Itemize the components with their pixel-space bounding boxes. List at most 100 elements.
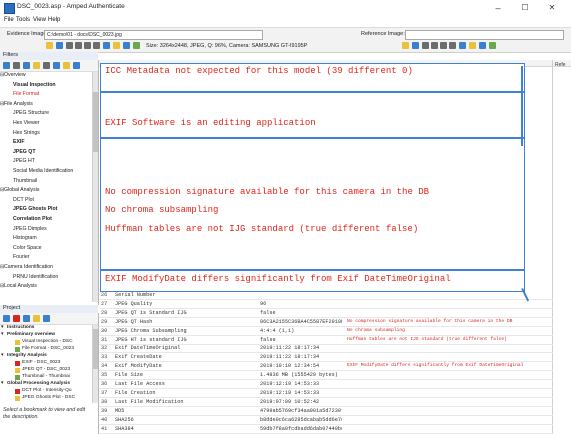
ref-prev-icon[interactable]: [431, 42, 438, 49]
ref-next-icon[interactable]: [440, 42, 447, 49]
filter-item[interactable]: PRNU Identification: [13, 274, 58, 280]
ref-bookmark-icon[interactable]: [459, 42, 466, 49]
info-icon[interactable]: [133, 42, 140, 49]
filter-item[interactable]: JPEG Ghosts Plot: [13, 206, 57, 212]
expand-toggle-icon[interactable]: ▾: [1, 353, 3, 358]
filter-item[interactable]: JPEG QT: [13, 149, 36, 155]
table-row[interactable]: 29 JPEG QT Hash 86C3A2155C36BA4C5587EF2910…: [99, 318, 553, 326]
filter-item[interactable]: DCT Plot: [13, 197, 34, 203]
project-image-icon[interactable]: [23, 315, 30, 322]
table-row[interactable]: 28 JPEG QT is Standard IJG false: [99, 309, 553, 317]
filter-item[interactable]: Histogram: [13, 235, 37, 241]
report-icon[interactable]: [63, 62, 70, 69]
filter-item[interactable]: Correlation Plot: [13, 216, 52, 222]
filter-item[interactable]: EXIF: [13, 139, 25, 145]
table-row[interactable]: 37 File Creation 2019:12:19 14:53:33: [99, 389, 553, 397]
last-icon[interactable]: [93, 42, 100, 49]
run-filter-icon[interactable]: [23, 62, 30, 69]
project-expand-icon[interactable]: [3, 315, 10, 322]
table-row[interactable]: 39 MD5 4799ab5769cf34aa901a5d7230f5f8e9d7c…: [99, 407, 553, 415]
open-folder-icon[interactable]: [46, 42, 53, 49]
expand-all-icon[interactable]: [3, 62, 10, 69]
table-row[interactable]: 27 JPEG Quality 96: [99, 300, 553, 308]
filter-item[interactable]: Camera Identification: [4, 264, 53, 270]
table-row[interactable]: 38 Last File Modification 2019:07:09 10:52…: [99, 398, 553, 406]
filter-item[interactable]: JPEG HT: [13, 158, 35, 164]
filter-item[interactable]: File Analysis: [4, 101, 33, 107]
filters-scroll-thumb[interactable]: [93, 92, 98, 152]
project-item[interactable]: DCT Plot - Intensity-Qu: [22, 388, 72, 393]
help-icon[interactable]: [73, 62, 80, 69]
prev-icon[interactable]: [75, 42, 82, 49]
project-scrollbar[interactable]: [92, 325, 98, 403]
project-save-icon[interactable]: [33, 315, 40, 322]
filter-item[interactable]: Social Media Identification: [13, 168, 73, 174]
table-row[interactable]: 32 Exif DateTimeOriginal 2019:11:22 18:17:…: [99, 344, 553, 352]
table-row[interactable]: 36 Last File Access 2019:12:19 14:53:33: [99, 380, 553, 388]
ref-open-folder-icon[interactable]: [402, 42, 409, 49]
collapse-toggle-icon[interactable]: ⊟: [0, 72, 4, 78]
add-bookmark-icon[interactable]: [53, 62, 60, 69]
menu-file[interactable]: File: [4, 17, 14, 23]
reference-path-input[interactable]: [405, 30, 564, 40]
collapse-toggle-icon[interactable]: ⊟: [0, 264, 4, 270]
expand-toggle-icon[interactable]: ▾: [1, 381, 3, 386]
filter-item[interactable]: File Format: [13, 91, 39, 97]
compare-icon[interactable]: [43, 62, 50, 69]
project-item[interactable]: Integrity Analysis: [7, 353, 47, 358]
table-row[interactable]: 41 SHA384 59db7f8a0fcdbadd6dab07440bc23d4d…: [99, 425, 553, 433]
project-scroll-thumb[interactable]: [93, 329, 98, 369]
filter-item[interactable]: Hex Viewer: [13, 120, 39, 126]
project-item[interactable]: JPEG Ghosts Plot - DSC: [22, 395, 75, 400]
table-row[interactable]: 31 JPEG HT is standard IJG false Huffman ta…: [99, 336, 553, 344]
table-row[interactable]: 26 Serial Number: [99, 291, 553, 299]
filter-item[interactable]: Fourier: [13, 254, 29, 260]
minimize-button[interactable]: –: [487, 2, 509, 14]
ref-export-icon[interactable]: [469, 42, 476, 49]
maximize-button[interactable]: ☐: [514, 2, 536, 14]
table-row[interactable]: 30 JPEG Chroma Subsampling 4:4:4 (1,1) No c…: [99, 327, 553, 335]
project-item[interactable]: Visual Inspection - DSC: [22, 339, 73, 344]
ref-refresh-icon[interactable]: [479, 42, 486, 49]
evidence-path-input[interactable]: C:\demo\01 - docs\DSC_0023.jpg: [44, 30, 263, 40]
next-icon[interactable]: [84, 42, 91, 49]
expand-toggle-icon[interactable]: ▾: [1, 325, 3, 330]
table-row[interactable]: 35 File Size 1.4836 MB (1555429 bytes): [99, 371, 553, 379]
menu-help[interactable]: Help: [48, 17, 60, 23]
project-item[interactable]: Preliminary overview: [7, 332, 55, 337]
filter-item[interactable]: JPEG Dimples: [13, 226, 47, 232]
table-row[interactable]: 34 Exif ModifyDate 2019:10:10 12:34:54 EXIF…: [99, 362, 553, 370]
ref-first-icon[interactable]: [422, 42, 429, 49]
filter-item[interactable]: Overview: [4, 72, 26, 78]
collapse-toggle-icon[interactable]: ⊟: [0, 283, 4, 289]
filter-item[interactable]: Color Space: [13, 245, 42, 251]
collapse-toggle-icon[interactable]: ⊟: [0, 187, 4, 193]
filters-scrollbar[interactable]: [92, 72, 98, 302]
bookmark-icon[interactable]: [103, 42, 110, 49]
export-icon[interactable]: [113, 42, 120, 49]
filter-item[interactable]: Hex Strings: [13, 130, 40, 136]
close-image-icon[interactable]: [56, 42, 63, 49]
expand-toggle-icon[interactable]: ▾: [1, 332, 3, 337]
ref-info-icon[interactable]: [489, 42, 496, 49]
menu-view[interactable]: View: [33, 17, 46, 23]
collapse-all-icon[interactable]: [13, 62, 20, 69]
filter-item[interactable]: Visual Inspection: [13, 82, 56, 88]
project-item[interactable]: JPEG QT - DSC_0023: [22, 367, 70, 372]
ref-last-icon[interactable]: [449, 42, 456, 49]
first-icon[interactable]: [66, 42, 73, 49]
menu-tools[interactable]: Tools: [16, 17, 30, 23]
filter-item[interactable]: Thumbnail: [13, 178, 37, 184]
filter-item[interactable]: Local Analysis: [4, 283, 37, 289]
table-row[interactable]: 40 SHA256 b8dde0c6ca6295dcabab5dd6e7eadb30…: [99, 416, 553, 424]
settings-icon[interactable]: [33, 62, 40, 69]
project-item[interactable]: EXIF - DSC_0023: [22, 360, 60, 365]
project-item[interactable]: Thumbnail - Thumbnai: [22, 374, 70, 379]
project-item[interactable]: File Format - DSC_0023: [22, 346, 74, 351]
project-delete-icon[interactable]: [13, 315, 20, 322]
close-button[interactable]: ✕: [541, 2, 563, 14]
project-item[interactable]: Instructions: [7, 325, 34, 330]
filter-item[interactable]: JPEG Structure: [13, 110, 49, 116]
ref-close-image-icon[interactable]: [412, 42, 419, 49]
collapse-toggle-icon[interactable]: ⊟: [0, 101, 4, 107]
